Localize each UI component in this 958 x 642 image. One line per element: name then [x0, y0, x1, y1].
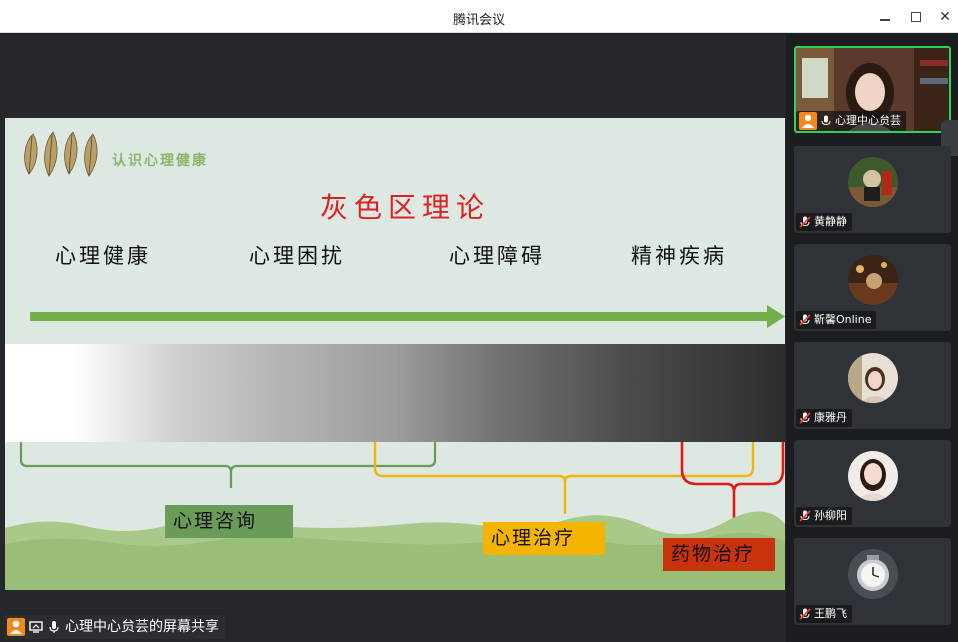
- host-icon: [799, 112, 817, 130]
- mic-muted-icon: [799, 608, 811, 620]
- avatar: [848, 157, 898, 207]
- participant-panel: 心理中心贠芸 黄静静 靳馨Online 康雅丹 孙柳阳 王鹏飞: [786, 34, 958, 642]
- maximize-button[interactable]: [905, 6, 927, 28]
- participant-tile[interactable]: 靳馨Online: [794, 244, 951, 331]
- gray-gradient-band: [5, 344, 785, 442]
- stage-label-distress: 心理困扰: [249, 244, 345, 268]
- meeting-window: 腾讯会议 ✕ 认识心理健康 灰色区理论 心理健康 心理困扰 心理障碍 精神疾病 …: [0, 0, 958, 642]
- maximize-icon: [911, 12, 921, 22]
- participant-name-tag: 王鹏飞: [796, 605, 852, 623]
- participant-tile[interactable]: 孙柳阳: [794, 440, 951, 527]
- stage-label-disorder: 心理障碍: [449, 244, 545, 268]
- mic-muted-icon: [799, 314, 811, 326]
- progression-arrow: [30, 305, 785, 328]
- host-icon: [7, 618, 25, 636]
- screen-share-label: 心理中心贠芸的屏幕共享: [5, 615, 225, 639]
- leaf-logo-icon: [24, 131, 98, 177]
- participant-tile[interactable]: 康雅丹: [794, 342, 951, 429]
- participant-name-tag: 心理中心贠芸: [796, 111, 906, 131]
- avatar: [848, 451, 898, 501]
- participant-name-tag: 靳馨Online: [796, 311, 877, 329]
- title-bar: 腾讯会议 ✕: [0, 0, 958, 33]
- avatar: [848, 549, 898, 599]
- screen-share-area: 认识心理健康 灰色区理论 心理健康 心理困扰 心理障碍 精神疾病 心理咨询 心理: [0, 34, 786, 642]
- participant-name: 心理中心贠芸: [835, 114, 901, 127]
- mic-muted-icon: [799, 412, 811, 424]
- mic-muted-icon: [799, 216, 811, 228]
- participant-name: 康雅丹: [814, 411, 847, 424]
- participant-tile[interactable]: 王鹏飞: [794, 538, 951, 625]
- close-button[interactable]: ✕: [934, 6, 956, 28]
- close-icon: ✕: [939, 9, 951, 25]
- participant-tile-host[interactable]: 心理中心贠芸: [794, 46, 951, 133]
- shared-slide: 认识心理健康 灰色区理论 心理健康 心理困扰 心理障碍 精神疾病 心理咨询 心理: [5, 118, 785, 590]
- participant-name: 黄静静: [814, 215, 847, 228]
- screen-share-icon: [29, 621, 43, 633]
- participant-name-tag: 黄静静: [796, 213, 852, 231]
- stage-label-health: 心理健康: [55, 244, 151, 268]
- avatar: [848, 255, 898, 305]
- mic-icon: [49, 621, 59, 633]
- tag-psychotherapy: 心理治疗: [483, 522, 605, 555]
- participant-name-tag: 孙柳阳: [796, 507, 852, 525]
- participant-name: 靳馨Online: [814, 313, 872, 326]
- mic-icon: [821, 115, 831, 126]
- screen-share-label-text: 心理中心贠芸的屏幕共享: [65, 619, 219, 635]
- avatar: [848, 353, 898, 403]
- participant-tile[interactable]: 黄静静: [794, 146, 951, 233]
- participant-name: 孙柳阳: [814, 509, 847, 522]
- slide-subtitle: 认识心理健康: [112, 153, 208, 169]
- minimize-icon: [880, 19, 890, 21]
- slide-title: 灰色区理论: [319, 191, 490, 224]
- participant-name-tag: 康雅丹: [796, 409, 852, 427]
- participant-name: 王鹏飞: [814, 607, 847, 620]
- tag-counseling: 心理咨询: [165, 505, 293, 538]
- mic-muted-icon: [799, 510, 811, 522]
- stage-label-illness: 精神疾病: [631, 244, 727, 268]
- tag-drug-treatment: 药物治疗: [663, 538, 775, 571]
- minimize-button[interactable]: [875, 6, 897, 28]
- window-title: 腾讯会议: [452, 13, 505, 28]
